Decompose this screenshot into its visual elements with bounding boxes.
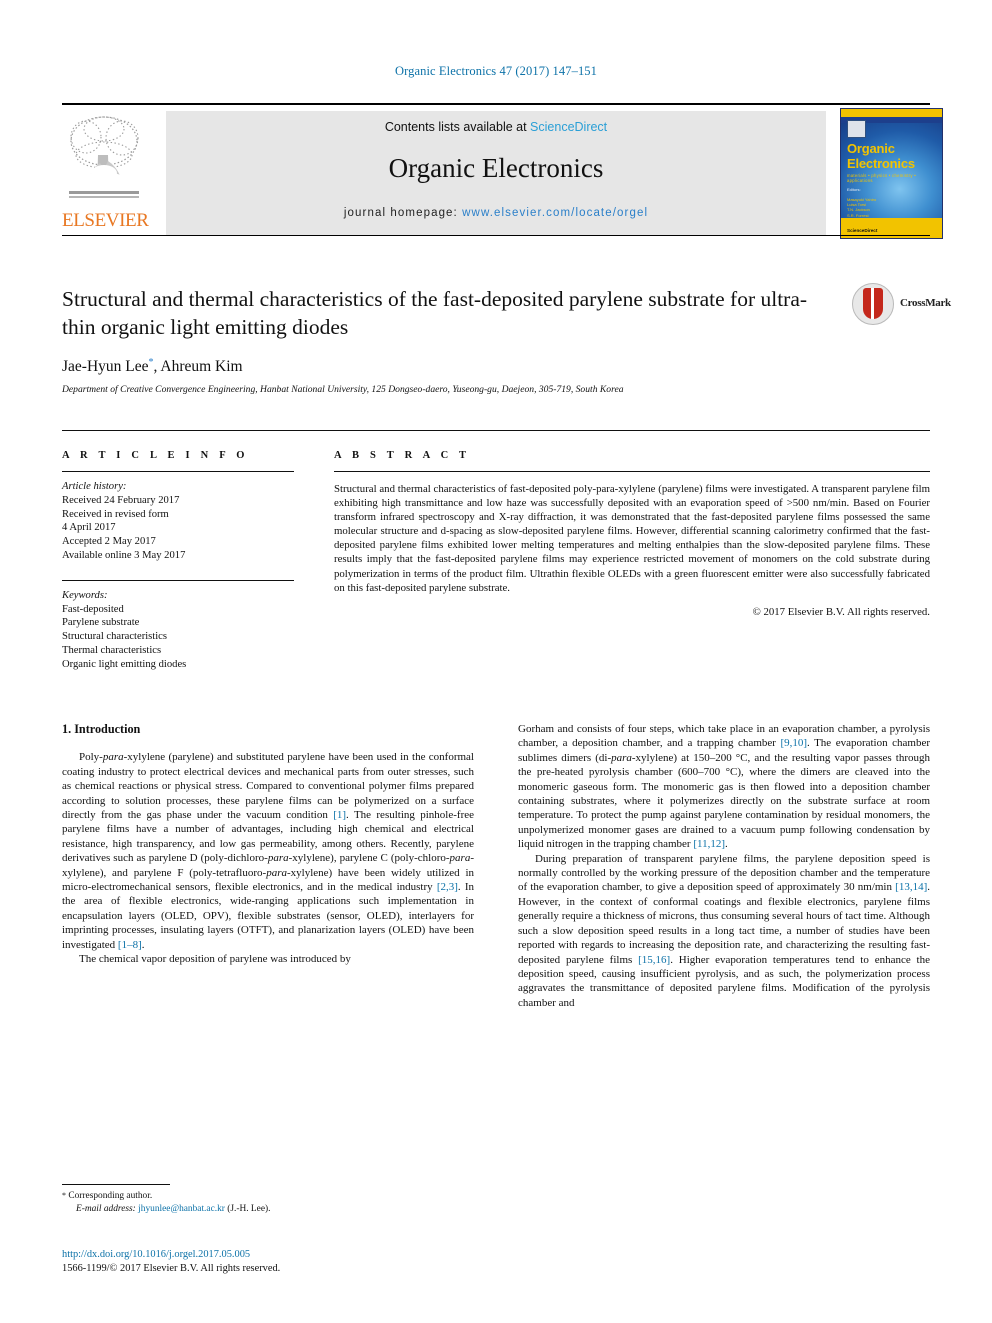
text-run: . [141,938,145,951]
elsevier-logo: ELSEVIER [62,111,149,237]
crossmark-spine-icon [871,288,874,319]
journal-title: Organic Electronics [388,153,604,183]
text-run: -xylylene) at 150–200 °C, and the result… [518,751,930,851]
cover-title-line1: Organic [847,141,895,156]
page-footer: http://dx.doi.org/10.1016/j.orgel.2017.0… [62,1248,562,1276]
affiliation: Department of Creative Convergence Engin… [62,384,624,395]
cover-title-line2: Electronics [847,156,915,171]
citation-link[interactable]: [13,14] [895,881,927,893]
abstract-column: A B S T R A C T Structural and thermal c… [334,430,930,618]
abstract-heading: A B S T R A C T [334,450,471,461]
crossmark-label: CrossMark [900,297,951,309]
body-column-right: Gorham and consists of four steps, which… [518,722,930,1010]
article-history-lines: Received 24 February 2017 Received in re… [62,494,186,561]
footnote-corresponding-author: * Corresponding author. E-mail address: … [62,1190,474,1215]
text-run: During preparation of transparent paryle… [518,852,930,894]
email-link[interactable]: jhyunlee@hanbat.ac.kr [138,1204,225,1214]
abstract-text: Structural and thermal characteristics o… [334,483,930,594]
cover-logo-icon [847,120,866,138]
citation-link[interactable]: [11,12] [693,838,725,850]
doi-link[interactable]: http://dx.doi.org/10.1016/j.orgel.2017.0… [62,1248,562,1262]
citation-link[interactable]: [1] [333,809,346,821]
article-info-heading: A R T I C L E I N F O [62,450,249,461]
text-run-italic: para [266,866,287,879]
info-abstract-panel: A R T I C L E I N F O Article history: R… [62,430,930,670]
citation-link[interactable]: [15,16] [638,954,670,966]
article-page: Organic Electronics 47 (2017) 147–151 EL… [0,0,992,1323]
running-head: Organic Electronics 47 (2017) 147–151 [394,64,598,78]
body-column-left: 1. Introduction Poly-para-xylylene (pary… [62,722,474,967]
cover-editors-label: Editors: [847,187,861,192]
sciencedirect-link[interactable]: ScienceDirect [530,120,607,134]
cover-subtitle: materials • physics • chemistry • applic… [847,173,916,183]
email-suffix: (J.-H. Lee). [224,1203,271,1214]
masthead-bottom-rule [62,235,930,236]
journal-masthead: ELSEVIER Contents lists available at Sci… [62,103,943,239]
keywords-label: Keywords: [62,589,108,601]
homepage-label: journal homepage: [343,207,463,219]
author-primary: Jae-Hyun Lee [62,358,149,376]
keywords-list: Fast-deposited Parylene substrate Struct… [62,603,187,670]
footnote-line-1: * Corresponding author. [62,1190,474,1203]
author-list: Jae-Hyun Lee*, Ahreum Kim [62,357,243,376]
contents-prefix: Contents lists available at [384,120,531,134]
issn-copyright: 1566-1199/© 2017 Elsevier B.V. All right… [62,1263,281,1274]
text-run-italic: para [267,852,289,865]
elsevier-tree-icon [64,111,144,209]
author-rest: , Ahreum Kim [153,358,243,376]
text-run: -xylylene), parylene C (poly-chloro- [288,852,450,865]
citation-link[interactable]: [9,10] [780,737,807,749]
footnote-rule [62,1184,170,1185]
footnote-corresponding-text: Corresponding author. [66,1191,153,1201]
paragraph: The chemical vapor deposition of parylen… [79,953,351,966]
text-run: . [725,838,728,851]
article-history: Article history: Received 24 February 20… [62,472,294,563]
paragraph: During preparation of transparent paryle… [518,852,930,1010]
footnote-line-2: E-mail address: jhyunlee@hanbat.ac.kr (J… [62,1203,474,1216]
page-title: Structural and thermal characteristics o… [62,287,808,339]
crossmark-badge[interactable]: CrossMark [852,283,951,327]
cover-bottom-text: ScienceDirect [847,228,878,233]
article-info-column: A R T I C L E I N F O Article history: R… [62,430,294,672]
elsevier-wordmark: ELSEVIER [62,210,149,231]
journal-banner: Contents lists available at ScienceDirec… [166,111,826,235]
text-run-italic: para [102,751,124,764]
journal-homepage-line: journal homepage: www.elsevier.com/locat… [166,207,826,219]
paragraph: Poly-para-xylylene (parylene) and substi… [62,750,474,952]
homepage-url-link[interactable]: www.elsevier.com/locate/orgel [462,207,648,219]
journal-cover-thumbnail: Organic Electronics materials • physics … [840,108,943,239]
paragraph: Gorham and consists of four steps, which… [518,722,930,852]
citation-link[interactable]: [1–8] [118,939,142,951]
keywords-group: Keywords: Fast-deposited Parylene substr… [62,581,294,672]
section-heading-introduction: 1. Introduction [62,722,141,736]
text-run-italic: para [449,852,471,865]
text-run-italic: para [611,751,632,764]
text-run: Poly- [79,751,103,764]
masthead-top-rule [62,103,930,105]
email-label: E-mail address: [76,1203,136,1214]
contents-line: Contents lists available at ScienceDirec… [166,120,826,134]
article-history-label: Article history: [62,481,127,492]
cover-top-bar [841,109,942,117]
abstract-copyright: © 2017 Elsevier B.V. All rights reserved… [752,605,930,618]
citation-link[interactable]: [2,3] [437,881,458,893]
